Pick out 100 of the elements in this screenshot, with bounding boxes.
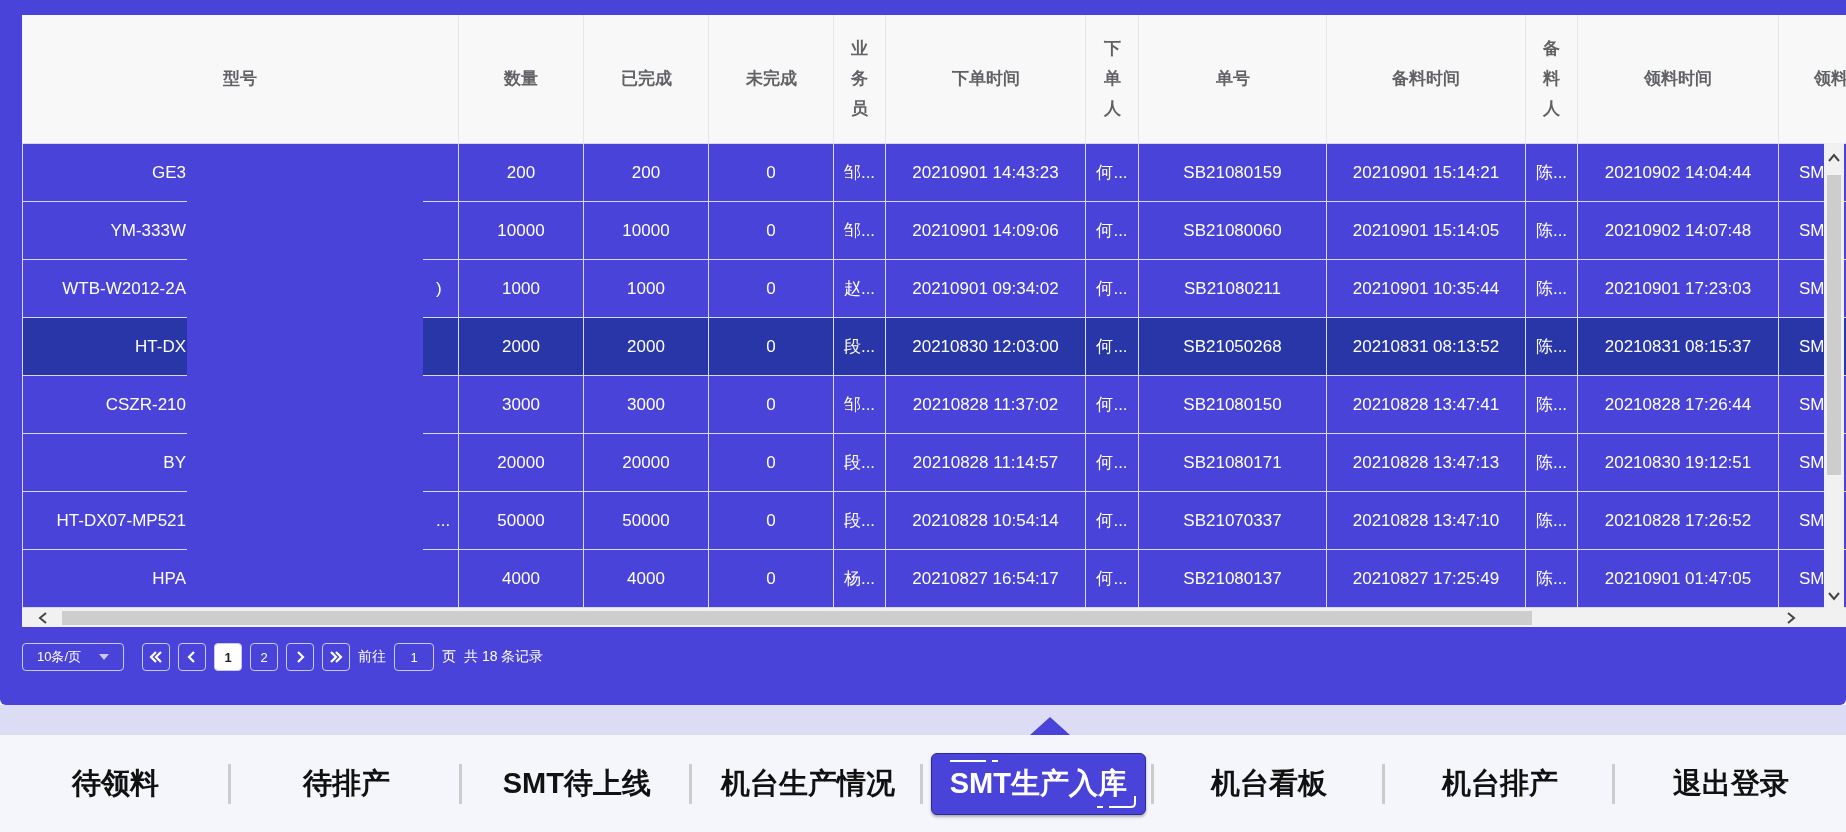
table-cell: 200 [458, 143, 584, 202]
page-size-select[interactable]: 10条/页 [22, 643, 124, 671]
column-header: 业务员 [833, 15, 886, 144]
table-cell: 20210828 17:26:52 [1577, 491, 1779, 550]
table-cell: 何... [1085, 259, 1139, 318]
table-cell: 0 [708, 201, 834, 260]
table-cell: 20210901 01:47:05 [1577, 549, 1779, 608]
table-cell: 20210901 17:23:03 [1577, 259, 1779, 318]
table-cell-text: YM-333W [109, 220, 186, 241]
table-cell: 陈... [1525, 375, 1578, 434]
table-cell: 陈... [1525, 143, 1578, 202]
table-cell: 20210828 13:47:41 [1326, 375, 1526, 434]
table-cell: 20210901 15:14:05 [1326, 201, 1526, 260]
page-input[interactable]: 1 [394, 643, 434, 671]
nav-tab[interactable]: 待排产 [284, 753, 408, 814]
vertical-scrollbar[interactable] [1824, 143, 1844, 609]
table-cell: 陈... [1525, 201, 1578, 260]
goto-label: 前往 [358, 648, 386, 666]
table-cell: 何... [1085, 433, 1139, 492]
table-cell: 0 [708, 317, 834, 376]
last-page-button[interactable] [322, 643, 350, 671]
table-cell: 段... [833, 491, 886, 550]
table-cell: 何... [1085, 491, 1139, 550]
table-cell: 20210831 08:15:37 [1577, 317, 1779, 376]
column-header: 备料时间 [1326, 15, 1526, 144]
table-cell: 20000 [583, 433, 709, 492]
table-cell: 3000 [583, 375, 709, 434]
nav-tab[interactable]: 机台排产 [1423, 753, 1576, 814]
table-cell: SB21080159 [1138, 143, 1327, 202]
table-cell-text: HPA [151, 568, 186, 589]
table-cell-text: BY [162, 452, 186, 473]
table-row[interactable]: GE3 200 200 0 邹... 20210901 14:43:23 何... SB21080159 20210901 15:14:21 陈... 20210902 14:04:44 SM [22, 143, 1846, 202]
table-cell: 0 [708, 433, 834, 492]
table-cell: 20210827 16:54:17 [885, 549, 1086, 608]
table-cell: 邹... [833, 201, 886, 260]
nav-tab[interactable]: SMT生产入库 [930, 752, 1146, 815]
table-cell-text: ... [435, 510, 451, 531]
table-cell: SB21080211 [1138, 259, 1327, 318]
column-header: 未完成 [708, 15, 834, 144]
column-header: 下单人 [1085, 15, 1139, 144]
table-cell: 20210828 17:26:44 [1577, 375, 1779, 434]
table-cell: SB21050268 [1138, 317, 1327, 376]
table-cell: 陈... [1525, 317, 1578, 376]
table-cell: 20210828 11:14:57 [885, 433, 1086, 492]
table-cell: 20210902 14:07:48 [1577, 201, 1779, 260]
table-cell: 何... [1085, 143, 1139, 202]
nav-tab[interactable]: 机台看板 [1193, 753, 1346, 814]
page-button[interactable]: 2 [250, 643, 278, 671]
table-cell: 陈... [1525, 259, 1578, 318]
column-header: 下单时间 [885, 15, 1086, 144]
page-unit-label: 页 [442, 648, 456, 666]
table-cell: 2000 [458, 317, 584, 376]
nav-tab[interactable]: SMT待上线 [484, 753, 669, 814]
column-header: 领料时间 [1577, 15, 1779, 144]
table-cell: 10000 [458, 201, 584, 260]
table-cell: SB21080137 [1138, 549, 1327, 608]
table-cell: 20210828 13:47:10 [1326, 491, 1526, 550]
corner-line-icon [949, 757, 998, 764]
column-header: 数量 [458, 15, 584, 144]
table-cell: 0 [708, 491, 834, 550]
table-cell-text: HT-DX07-MP521 [55, 510, 186, 531]
table-cell: 20210901 09:34:02 [885, 259, 1086, 318]
nav-tab[interactable]: 退出登录 [1654, 753, 1807, 814]
chevron-right-icon [295, 651, 305, 663]
table-cell: 20210901 10:35:44 [1326, 259, 1526, 318]
table-cell: SB21080150 [1138, 375, 1327, 434]
table-cell: 1000 [458, 259, 584, 318]
table-cell-text: WTB-W2012-2A [61, 278, 186, 299]
table-cell: 20210831 08:13:52 [1326, 317, 1526, 376]
table-cell: 50000 [583, 491, 709, 550]
table-cell: 邹... [833, 143, 886, 202]
previous-page-button[interactable] [178, 643, 206, 671]
nav-tab[interactable]: 待领料 [53, 753, 177, 814]
table-cell: 陈... [1525, 433, 1578, 492]
next-page-button[interactable] [286, 643, 314, 671]
table-cell: 20210828 10:54:14 [885, 491, 1086, 550]
table-cell: 200 [583, 143, 709, 202]
table-cell: 10000 [583, 201, 709, 260]
column-header: 单号 [1138, 15, 1327, 144]
table-cell: 赵... [833, 259, 886, 318]
nav-tab[interactable]: 机台生产情况 [702, 753, 913, 814]
double-chevron-left-icon [149, 651, 163, 663]
table-cell: 0 [708, 143, 834, 202]
table-cell: SB21080171 [1138, 433, 1327, 492]
table-cell: 0 [708, 259, 834, 318]
table-cell-text: ) [435, 278, 442, 299]
first-page-button[interactable] [142, 643, 170, 671]
column-header: 已完成 [583, 15, 709, 144]
table-cell-text: HT-DX [134, 336, 186, 357]
table-cell: 1000 [583, 259, 709, 318]
table-cell: 20210830 12:03:00 [885, 317, 1086, 376]
table-cell: 20210901 14:43:23 [885, 143, 1086, 202]
table-cell: SB21080060 [1138, 201, 1327, 260]
caret-icon [99, 654, 110, 660]
chevron-left-icon [187, 651, 197, 663]
column-header: 型号 [22, 15, 459, 144]
page-button[interactable]: 1 [214, 643, 242, 671]
table-cell: 20210901 14:09:06 [885, 201, 1086, 260]
table-cell-text: GE3 [150, 162, 186, 183]
double-chevron-right-icon [329, 651, 343, 663]
